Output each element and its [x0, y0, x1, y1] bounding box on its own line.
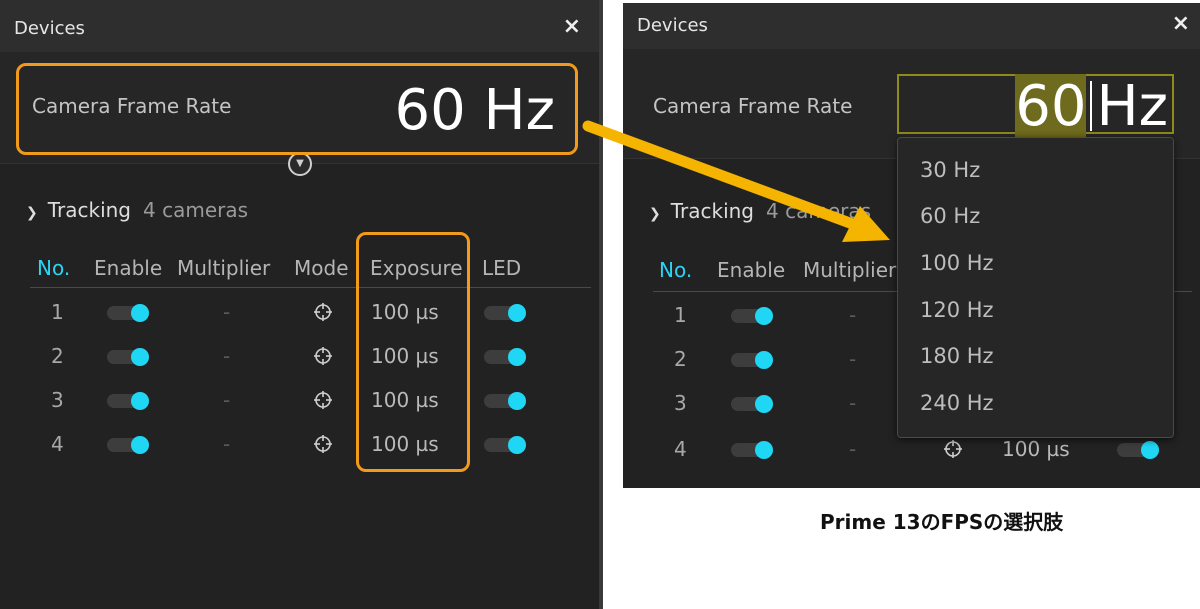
camera-number: 2	[51, 344, 64, 368]
group-name: Tracking	[47, 198, 131, 222]
group-name: Tracking	[670, 199, 754, 223]
frame-rate-section: Camera Frame Rate 60 Hz	[0, 52, 599, 164]
enable-toggle[interactable]	[731, 441, 773, 459]
frame-rate-label: Camera Frame Rate	[32, 94, 232, 118]
camera-number: 3	[674, 391, 687, 415]
column-header-enable[interactable]: Enable	[94, 256, 162, 280]
crosshair-icon[interactable]	[313, 434, 333, 454]
crosshair-icon[interactable]	[313, 346, 333, 366]
column-header-led[interactable]: LED	[482, 256, 521, 280]
frame-rate-input[interactable]: 60 Hz	[897, 74, 1174, 139]
chevron-down-icon: ❯	[26, 205, 38, 221]
table-row[interactable]: 2 - 100 µs	[0, 334, 599, 378]
multiplier-value: -	[223, 300, 231, 324]
multiplier-value: -	[223, 432, 231, 456]
panel-title: Devices	[14, 18, 85, 39]
column-header-exposure[interactable]: Exposure	[370, 256, 463, 280]
crosshair-icon[interactable]	[943, 439, 963, 459]
multiplier-value: -	[849, 437, 857, 461]
multiplier-value: -	[223, 344, 231, 368]
multiplier-value: -	[849, 391, 857, 415]
image-caption: Prime 13のFPSの選択肢	[820, 510, 1064, 534]
frame-rate-selected-text: 60	[1015, 74, 1087, 139]
camera-number: 4	[51, 432, 64, 456]
multiplier-value: -	[223, 388, 231, 412]
header-divider	[30, 287, 591, 288]
frame-rate-value[interactable]: 60 Hz	[394, 78, 555, 143]
panel-titlebar: Devices ×	[0, 0, 599, 52]
exposure-value[interactable]: 100 µs	[371, 388, 439, 412]
enable-toggle[interactable]	[107, 436, 149, 454]
dropdown-option-30hz[interactable]: 30 Hz	[920, 158, 980, 182]
devices-panel-left: Devices × Camera Frame Rate 60 Hz ▼ ❯ Tra…	[0, 0, 603, 609]
exposure-value[interactable]: 100 µs	[371, 300, 439, 324]
column-header-enable[interactable]: Enable	[717, 258, 785, 282]
column-header-no[interactable]: No.	[659, 258, 692, 282]
table-row[interactable]: 3 - 100 µs	[0, 378, 599, 422]
column-header-mode[interactable]: Mode	[294, 256, 349, 280]
frame-rate-unit: Hz	[1096, 74, 1168, 139]
panel-title: Devices	[637, 15, 708, 36]
crosshair-icon[interactable]	[313, 390, 333, 410]
multiplier-value: -	[849, 303, 857, 327]
enable-toggle[interactable]	[731, 351, 773, 369]
frame-rate-label: Camera Frame Rate	[653, 94, 853, 118]
enable-toggle[interactable]	[107, 392, 149, 410]
chevron-down-icon: ❯	[649, 206, 661, 222]
dropdown-option-100hz[interactable]: 100 Hz	[920, 251, 994, 275]
exposure-value[interactable]: 100 µs	[371, 344, 439, 368]
led-toggle[interactable]	[484, 348, 526, 366]
exposure-value[interactable]: 100 µs	[371, 432, 439, 456]
close-icon[interactable]: ×	[1172, 11, 1190, 36]
frame-rate-input-value: 60 Hz	[1015, 74, 1168, 139]
crosshair-icon[interactable]	[313, 302, 333, 322]
led-toggle[interactable]	[1117, 441, 1159, 459]
dropdown-option-120hz[interactable]: 120 Hz	[920, 298, 994, 322]
column-header-multiplier[interactable]: Multiplier	[803, 258, 896, 282]
dropdown-option-180hz[interactable]: 180 Hz	[920, 344, 994, 368]
enable-toggle[interactable]	[107, 348, 149, 366]
dropdown-option-240hz[interactable]: 240 Hz	[920, 391, 994, 415]
multiplier-value: -	[849, 347, 857, 371]
led-toggle[interactable]	[484, 392, 526, 410]
panel-titlebar: Devices ×	[623, 3, 1200, 49]
group-camera-count: 4 cameras	[766, 199, 872, 223]
camera-number: 2	[674, 347, 687, 371]
led-toggle[interactable]	[484, 304, 526, 322]
group-header-tracking[interactable]: ❯ Tracking 4 cameras	[26, 198, 248, 222]
dropdown-option-60hz[interactable]: 60 Hz	[920, 204, 980, 228]
table-row[interactable]: 1 - 100 µs	[0, 290, 599, 334]
group-header-tracking[interactable]: ❯ Tracking 4 cameras	[649, 199, 871, 223]
column-header-no[interactable]: No.	[37, 256, 70, 280]
camera-number: 4	[674, 437, 687, 461]
column-header-multiplier[interactable]: Multiplier	[177, 256, 270, 280]
devices-panel-right: Devices × Camera Frame Rate 60 Hz ❯ Tracki…	[623, 3, 1200, 488]
enable-toggle[interactable]	[731, 307, 773, 325]
chevron-down-circle-icon[interactable]: ▼	[288, 152, 312, 176]
camera-number: 3	[51, 388, 64, 412]
enable-toggle[interactable]	[107, 304, 149, 322]
frame-rate-dropdown: 30 Hz 60 Hz 100 Hz 120 Hz 180 Hz 240 Hz	[897, 137, 1174, 438]
table-row[interactable]: 4 - 100 µs	[0, 422, 599, 466]
exposure-value[interactable]: 100 µs	[1002, 437, 1070, 461]
close-icon[interactable]: ×	[563, 14, 581, 39]
camera-number: 1	[674, 303, 687, 327]
enable-toggle[interactable]	[731, 395, 773, 413]
camera-number: 1	[51, 300, 64, 324]
group-camera-count: 4 cameras	[143, 198, 249, 222]
led-toggle[interactable]	[484, 436, 526, 454]
